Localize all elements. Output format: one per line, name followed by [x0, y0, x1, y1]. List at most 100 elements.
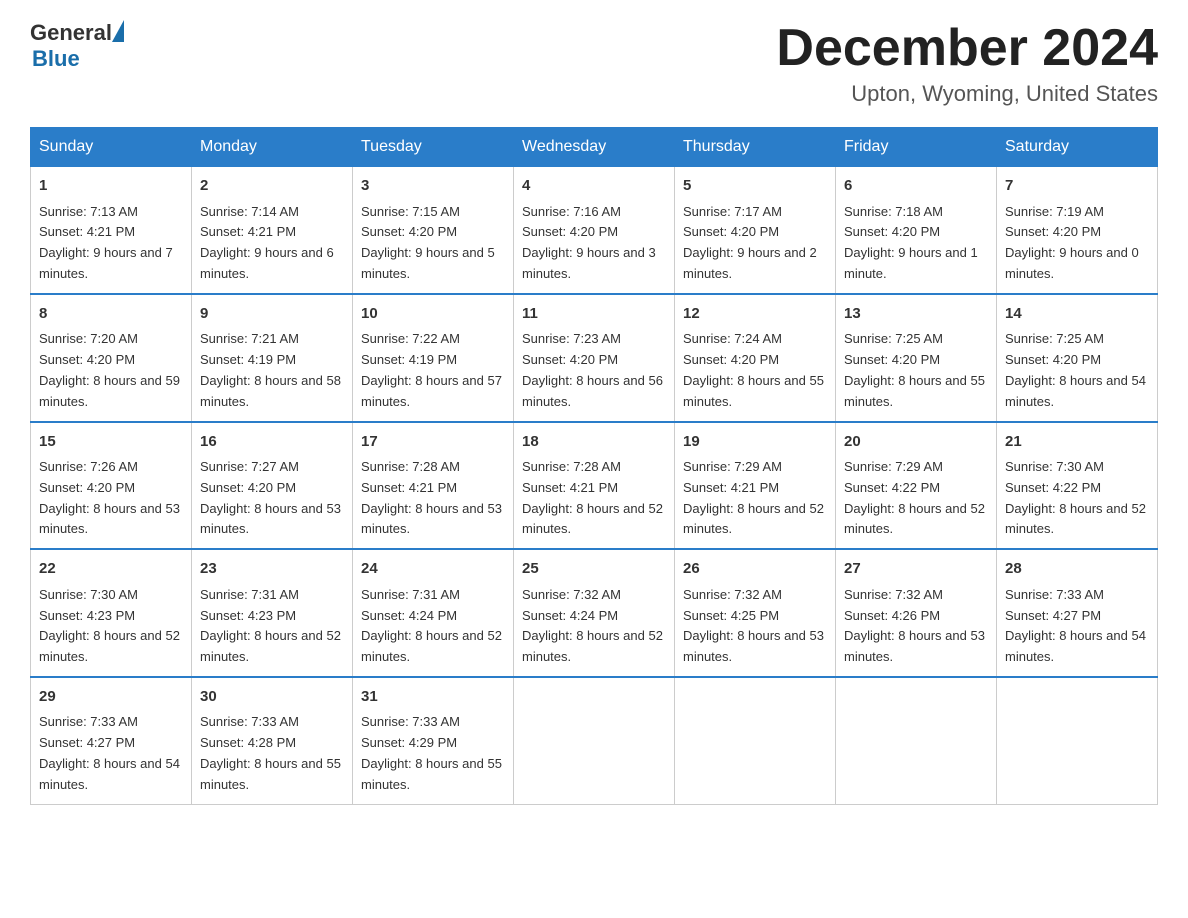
day-info: Sunrise: 7:20 AMSunset: 4:20 PMDaylight:…: [39, 329, 183, 412]
day-number: 25: [522, 558, 666, 581]
day-info: Sunrise: 7:33 AMSunset: 4:27 PMDaylight:…: [1005, 585, 1149, 668]
calendar-subtitle: Upton, Wyoming, United States: [776, 81, 1158, 107]
calendar-cell: 21 Sunrise: 7:30 AMSunset: 4:22 PMDayligh…: [997, 422, 1158, 550]
day-info: Sunrise: 7:22 AMSunset: 4:19 PMDaylight:…: [361, 329, 505, 412]
day-info: Sunrise: 7:32 AMSunset: 4:26 PMDaylight:…: [844, 585, 988, 668]
day-number: 2: [200, 175, 344, 198]
calendar-cell: 11 Sunrise: 7:23 AMSunset: 4:20 PMDayligh…: [514, 294, 675, 422]
calendar-cell: 29Sunrise: 7:33 AMSunset: 4:27 PMDayligh…: [31, 677, 192, 804]
calendar-cell: 20 Sunrise: 7:29 AMSunset: 4:22 PMDayligh…: [836, 422, 997, 550]
calendar-cell: 14 Sunrise: 7:25 AMSunset: 4:20 PMDayligh…: [997, 294, 1158, 422]
calendar-cell: 12 Sunrise: 7:24 AMSunset: 4:20 PMDayligh…: [675, 294, 836, 422]
calendar-header-tuesday: Tuesday: [353, 128, 514, 167]
day-number: 12: [683, 303, 827, 326]
calendar-week-2: 8 Sunrise: 7:20 AMSunset: 4:20 PMDaylight…: [31, 294, 1158, 422]
calendar-cell: 8 Sunrise: 7:20 AMSunset: 4:20 PMDaylight…: [31, 294, 192, 422]
calendar-header-row: SundayMondayTuesdayWednesdayThursdayFrid…: [31, 128, 1158, 167]
calendar-header-sunday: Sunday: [31, 128, 192, 167]
calendar-cell: 19Sunrise: 7:29 AMSunset: 4:21 PMDayligh…: [675, 422, 836, 550]
day-info: Sunrise: 7:18 AMSunset: 4:20 PMDaylight:…: [844, 202, 988, 285]
calendar-week-1: 1 Sunrise: 7:13 AMSunset: 4:21 PMDaylight…: [31, 167, 1158, 294]
day-info: Sunrise: 7:30 AMSunset: 4:22 PMDaylight:…: [1005, 457, 1149, 540]
calendar-cell: 31 Sunrise: 7:33 AMSunset: 4:29 PMDayligh…: [353, 677, 514, 804]
calendar-cell: 4 Sunrise: 7:16 AMSunset: 4:20 PMDaylight…: [514, 167, 675, 294]
day-number: 7: [1005, 175, 1149, 198]
calendar-cell: 18Sunrise: 7:28 AMSunset: 4:21 PMDayligh…: [514, 422, 675, 550]
day-number: 11: [522, 303, 666, 326]
day-number: 31: [361, 686, 505, 709]
day-number: 5: [683, 175, 827, 198]
day-info: Sunrise: 7:15 AMSunset: 4:20 PMDaylight:…: [361, 202, 505, 285]
title-area: December 2024 Upton, Wyoming, United Sta…: [776, 20, 1158, 107]
day-info: Sunrise: 7:28 AMSunset: 4:21 PMDaylight:…: [361, 457, 505, 540]
logo-triangle-icon: [112, 20, 124, 42]
day-number: 21: [1005, 431, 1149, 454]
calendar-header-wednesday: Wednesday: [514, 128, 675, 167]
day-number: 13: [844, 303, 988, 326]
day-number: 28: [1005, 558, 1149, 581]
day-number: 15: [39, 431, 183, 454]
day-info: Sunrise: 7:32 AMSunset: 4:25 PMDaylight:…: [683, 585, 827, 668]
day-info: Sunrise: 7:25 AMSunset: 4:20 PMDaylight:…: [1005, 329, 1149, 412]
calendar-week-4: 22Sunrise: 7:30 AMSunset: 4:23 PMDayligh…: [31, 549, 1158, 677]
calendar-cell: 22Sunrise: 7:30 AMSunset: 4:23 PMDayligh…: [31, 549, 192, 677]
calendar-cell: 9 Sunrise: 7:21 AMSunset: 4:19 PMDaylight…: [192, 294, 353, 422]
calendar-cell: 13Sunrise: 7:25 AMSunset: 4:20 PMDayligh…: [836, 294, 997, 422]
day-info: Sunrise: 7:19 AMSunset: 4:20 PMDaylight:…: [1005, 202, 1149, 285]
calendar-cell: 27 Sunrise: 7:32 AMSunset: 4:26 PMDayligh…: [836, 549, 997, 677]
calendar-cell: [675, 677, 836, 804]
calendar-cell: 17 Sunrise: 7:28 AMSunset: 4:21 PMDayligh…: [353, 422, 514, 550]
day-number: 4: [522, 175, 666, 198]
calendar-cell: 2 Sunrise: 7:14 AMSunset: 4:21 PMDaylight…: [192, 167, 353, 294]
day-info: Sunrise: 7:23 AMSunset: 4:20 PMDaylight:…: [522, 329, 666, 412]
day-info: Sunrise: 7:31 AMSunset: 4:24 PMDaylight:…: [361, 585, 505, 668]
logo-text-blue: Blue: [32, 46, 80, 72]
day-number: 27: [844, 558, 988, 581]
calendar-week-3: 15Sunrise: 7:26 AMSunset: 4:20 PMDayligh…: [31, 422, 1158, 550]
calendar-header-friday: Friday: [836, 128, 997, 167]
calendar-cell: 10Sunrise: 7:22 AMSunset: 4:19 PMDayligh…: [353, 294, 514, 422]
calendar-header-thursday: Thursday: [675, 128, 836, 167]
calendar-cell: 28 Sunrise: 7:33 AMSunset: 4:27 PMDayligh…: [997, 549, 1158, 677]
day-info: Sunrise: 7:29 AMSunset: 4:22 PMDaylight:…: [844, 457, 988, 540]
day-info: Sunrise: 7:32 AMSunset: 4:24 PMDaylight:…: [522, 585, 666, 668]
calendar-table: SundayMondayTuesdayWednesdayThursdayFrid…: [30, 127, 1158, 804]
calendar-cell: 26Sunrise: 7:32 AMSunset: 4:25 PMDayligh…: [675, 549, 836, 677]
day-info: Sunrise: 7:13 AMSunset: 4:21 PMDaylight:…: [39, 202, 183, 285]
calendar-header-saturday: Saturday: [997, 128, 1158, 167]
calendar-cell: [997, 677, 1158, 804]
page-header: General Blue December 2024 Upton, Wyomin…: [30, 20, 1158, 107]
day-number: 6: [844, 175, 988, 198]
calendar-cell: 3Sunrise: 7:15 AMSunset: 4:20 PMDaylight…: [353, 167, 514, 294]
day-number: 30: [200, 686, 344, 709]
day-info: Sunrise: 7:33 AMSunset: 4:28 PMDaylight:…: [200, 712, 344, 795]
calendar-cell: 1 Sunrise: 7:13 AMSunset: 4:21 PMDaylight…: [31, 167, 192, 294]
calendar-header-monday: Monday: [192, 128, 353, 167]
day-number: 24: [361, 558, 505, 581]
day-number: 9: [200, 303, 344, 326]
day-info: Sunrise: 7:30 AMSunset: 4:23 PMDaylight:…: [39, 585, 183, 668]
day-number: 14: [1005, 303, 1149, 326]
calendar-cell: 16Sunrise: 7:27 AMSunset: 4:20 PMDayligh…: [192, 422, 353, 550]
day-info: Sunrise: 7:21 AMSunset: 4:19 PMDaylight:…: [200, 329, 344, 412]
day-info: Sunrise: 7:17 AMSunset: 4:20 PMDaylight:…: [683, 202, 827, 285]
logo-text-general: General: [30, 20, 112, 46]
day-number: 8: [39, 303, 183, 326]
calendar-cell: 6 Sunrise: 7:18 AMSunset: 4:20 PMDaylight…: [836, 167, 997, 294]
calendar-cell: 25 Sunrise: 7:32 AMSunset: 4:24 PMDayligh…: [514, 549, 675, 677]
day-info: Sunrise: 7:33 AMSunset: 4:29 PMDaylight:…: [361, 712, 505, 795]
day-info: Sunrise: 7:24 AMSunset: 4:20 PMDaylight:…: [683, 329, 827, 412]
calendar-cell: 7 Sunrise: 7:19 AMSunset: 4:20 PMDaylight…: [997, 167, 1158, 294]
day-info: Sunrise: 7:14 AMSunset: 4:21 PMDaylight:…: [200, 202, 344, 285]
calendar-cell: 15Sunrise: 7:26 AMSunset: 4:20 PMDayligh…: [31, 422, 192, 550]
day-number: 20: [844, 431, 988, 454]
day-number: 1: [39, 175, 183, 198]
day-info: Sunrise: 7:16 AMSunset: 4:20 PMDaylight:…: [522, 202, 666, 285]
day-number: 17: [361, 431, 505, 454]
calendar-cell: 5 Sunrise: 7:17 AMSunset: 4:20 PMDaylight…: [675, 167, 836, 294]
day-number: 23: [200, 558, 344, 581]
calendar-cell: 23Sunrise: 7:31 AMSunset: 4:23 PMDayligh…: [192, 549, 353, 677]
logo: General Blue: [30, 20, 124, 72]
calendar-cell: [836, 677, 997, 804]
day-number: 29: [39, 686, 183, 709]
